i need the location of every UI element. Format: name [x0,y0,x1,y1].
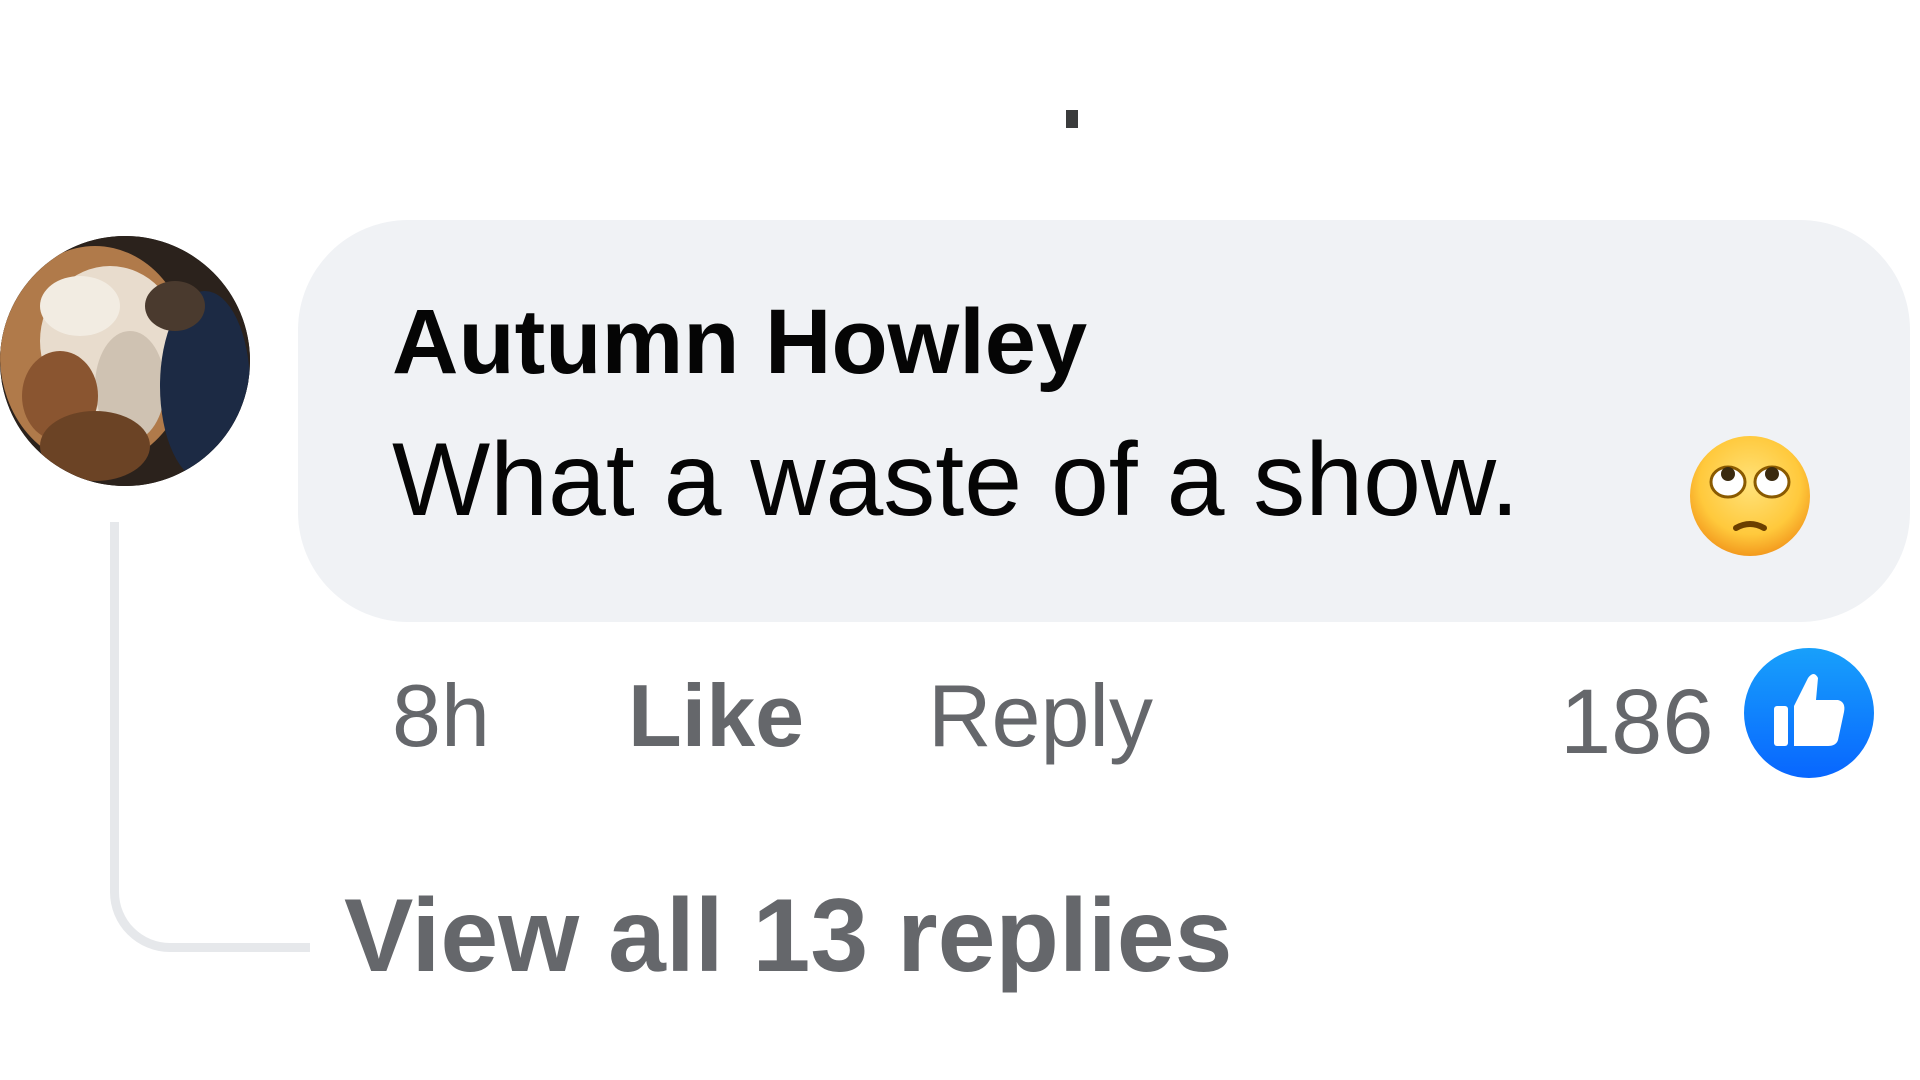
like-button[interactable]: Like [628,672,804,760]
avatar-photo [0,236,250,486]
thumbs-up-icon[interactable] [1738,642,1880,784]
comment-timestamp[interactable]: 8h [392,672,490,760]
avatar[interactable] [0,236,250,486]
comment-container: Autumn Howley What a waste of a show. 8h… [0,0,1920,1080]
view-replies-link[interactable]: View all 13 replies [344,884,1232,988]
reaction-count[interactable]: 186 [1560,676,1714,768]
reply-button[interactable]: Reply [928,672,1153,760]
more-options-icon[interactable] [1066,110,1078,128]
comment-author-name[interactable]: Autumn Howley [392,296,1087,388]
thread-connector-line [110,522,310,952]
face-with-rolling-eyes-icon [1690,436,1810,556]
comment-bubble [298,220,1910,622]
thumbs-up-glyph [1774,674,1845,746]
comment-text: What a waste of a show. [392,422,1520,538]
